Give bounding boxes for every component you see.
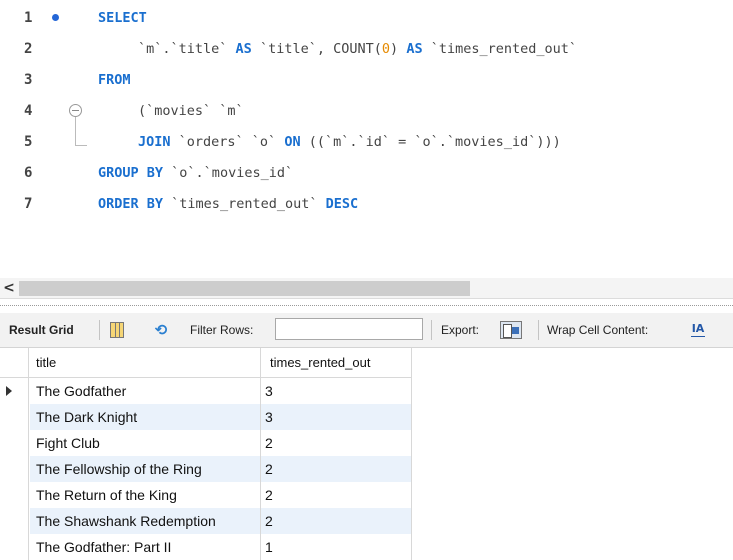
row-marker[interactable] xyxy=(0,430,29,456)
toolbar-separator xyxy=(99,320,100,340)
sql-editor[interactable]: 1 SELECT 2 `m`.`title` AS `title`, COUNT… xyxy=(0,0,733,270)
panel-splitter[interactable] xyxy=(0,305,733,306)
cell-separator xyxy=(260,508,261,534)
table-row[interactable]: The Return of the King 2 xyxy=(0,482,412,508)
code-text: `m`.`title` AS `title`, COUNT(0) AS `tim… xyxy=(138,41,578,57)
grid-header-row: title times_rented_out xyxy=(0,348,412,378)
column-separator[interactable] xyxy=(260,348,261,377)
line-number: 5 xyxy=(24,134,33,150)
cell-separator xyxy=(260,534,261,560)
table-row[interactable]: Fight Club 2 xyxy=(0,430,412,456)
cell-title[interactable]: The Godfather xyxy=(36,378,126,404)
cell-separator xyxy=(260,378,261,404)
column-header-title[interactable]: title xyxy=(36,348,56,377)
table-row[interactable]: The Godfather: Part II 1 xyxy=(0,534,412,560)
export-label: Export: xyxy=(441,323,480,337)
row-marker[interactable] xyxy=(0,482,29,508)
result-toolbar: Result Grid ⟲ Filter Rows: Export: Wrap … xyxy=(0,313,733,348)
line-number: 6 xyxy=(24,165,33,181)
cell-times-rented-out[interactable]: 2 xyxy=(265,508,273,534)
cell-title[interactable]: The Fellowship of the Ring xyxy=(36,456,202,482)
current-row-arrow-icon[interactable] xyxy=(0,378,29,404)
cell-separator xyxy=(411,378,412,404)
filter-rows-input[interactable] xyxy=(275,318,423,340)
cell-title[interactable]: The Dark Knight xyxy=(36,404,137,430)
cell-times-rented-out[interactable]: 2 xyxy=(265,456,273,482)
table-row[interactable]: The Godfather 3 xyxy=(0,378,412,404)
fold-guide-end xyxy=(75,145,87,146)
cell-separator xyxy=(411,508,412,534)
cell-separator xyxy=(411,404,412,430)
cell-times-rented-out[interactable]: 1 xyxy=(265,534,273,560)
line-number: 1 xyxy=(24,10,33,26)
cell-times-rented-out[interactable]: 3 xyxy=(265,378,273,404)
cell-separator xyxy=(260,404,261,430)
line-number: 3 xyxy=(24,72,33,88)
cell-separator xyxy=(411,430,412,456)
export-icon[interactable] xyxy=(500,321,522,339)
toolbar-separator xyxy=(538,320,539,340)
result-grid-label[interactable]: Result Grid xyxy=(9,313,74,347)
code-line-4[interactable]: 4 (`movies` `m` xyxy=(0,96,733,126)
table-row[interactable]: The Fellowship of the Ring 2 xyxy=(0,456,412,482)
code-line-3[interactable]: 3 FROM xyxy=(0,65,733,95)
row-marker[interactable] xyxy=(0,508,29,534)
code-line-7[interactable]: 7 ORDER BY `times_rented_out` DESC xyxy=(0,189,733,219)
cell-separator xyxy=(260,482,261,508)
line-number: 4 xyxy=(24,103,33,119)
cell-title[interactable]: The Shawshank Redemption xyxy=(36,508,216,534)
cell-separator xyxy=(411,534,412,560)
cell-separator xyxy=(260,456,261,482)
cell-title[interactable]: Fight Club xyxy=(36,430,100,456)
line-number: 7 xyxy=(24,196,33,212)
result-grid[interactable]: title times_rented_out The Godfather 3 T… xyxy=(0,348,733,560)
column-separator[interactable] xyxy=(411,348,412,377)
column-header-times-rented-out[interactable]: times_rented_out xyxy=(270,348,370,377)
cell-times-rented-out[interactable]: 3 xyxy=(265,404,273,430)
scroll-left-arrow-icon[interactable]: < xyxy=(2,278,16,298)
wrap-cell-content-icon[interactable]: IA xyxy=(691,322,705,337)
code-text: ORDER BY `times_rented_out` DESC xyxy=(98,196,359,212)
code-text: (`movies` `m` xyxy=(138,103,244,119)
code-line-5[interactable]: 5 JOIN `orders` `o` ON ((`m`.`id` = `o`.… xyxy=(0,127,733,157)
row-marker[interactable] xyxy=(0,534,29,560)
toolbar-separator xyxy=(431,320,432,340)
code-text: JOIN `orders` `o` ON ((`m`.`id` = `o`.`m… xyxy=(138,134,561,150)
refresh-icon[interactable]: ⟲ xyxy=(152,321,170,339)
row-marker[interactable] xyxy=(0,404,29,430)
code-line-6[interactable]: 6 GROUP BY `o`.`movies_id` xyxy=(0,158,733,188)
scrollbar-thumb[interactable] xyxy=(19,281,470,296)
code-text: GROUP BY `o`.`movies_id` xyxy=(98,165,294,181)
grid-view-icon[interactable] xyxy=(110,322,124,338)
wrap-cell-content-label: Wrap Cell Content: xyxy=(547,323,649,337)
fold-toggle-icon[interactable] xyxy=(69,104,82,117)
row-marker[interactable] xyxy=(0,456,29,482)
code-text: SELECT xyxy=(98,10,147,26)
table-row[interactable]: The Shawshank Redemption 2 xyxy=(0,508,412,534)
filter-rows-label: Filter Rows: xyxy=(190,323,254,337)
cell-title[interactable]: The Godfather: Part II xyxy=(36,534,171,560)
editor-horizontal-scrollbar[interactable]: < xyxy=(0,278,733,299)
cell-separator xyxy=(260,430,261,456)
line-number: 2 xyxy=(24,41,33,57)
cell-times-rented-out[interactable]: 2 xyxy=(265,482,273,508)
code-text: FROM xyxy=(98,72,131,88)
current-line-marker-icon xyxy=(52,14,59,21)
cell-title[interactable]: The Return of the King xyxy=(36,482,177,508)
fold-guide xyxy=(75,117,76,145)
cell-separator xyxy=(411,482,412,508)
cell-separator xyxy=(411,456,412,482)
cell-times-rented-out[interactable]: 2 xyxy=(265,430,273,456)
code-line-2[interactable]: 2 `m`.`title` AS `title`, COUNT(0) AS `t… xyxy=(0,34,733,64)
row-marker-header xyxy=(0,348,29,377)
code-line-1[interactable]: 1 SELECT xyxy=(0,3,733,33)
table-row[interactable]: The Dark Knight 3 xyxy=(0,404,412,430)
